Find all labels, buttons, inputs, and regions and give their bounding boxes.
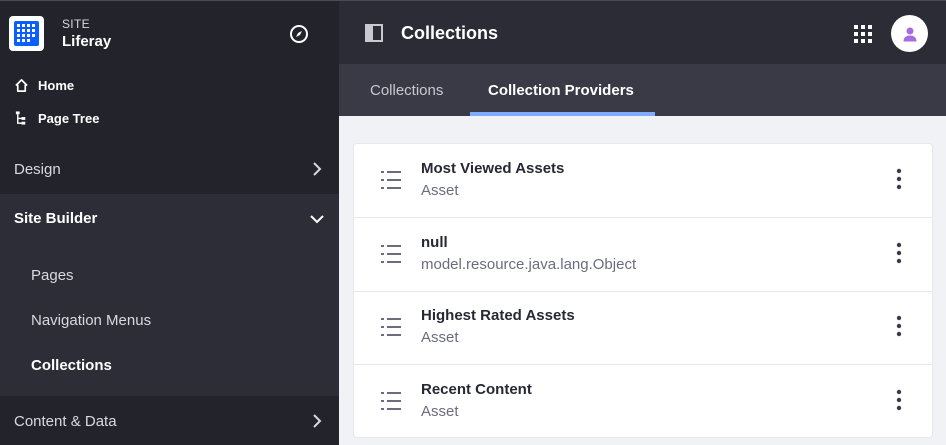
ellipsis-v-icon[interactable] [890, 168, 908, 190]
nav-page-tree-label: Page Tree [38, 110, 100, 126]
panel-toggle-icon[interactable] [365, 24, 383, 42]
home-icon [15, 79, 28, 92]
site-builder-submenu: Pages Navigation Menus Collections [0, 243, 339, 396]
chevron-right-icon [313, 162, 322, 176]
list-icon [381, 245, 401, 263]
collection-providers-list: Most Viewed Assets Asset null model.reso… [353, 143, 933, 438]
page-tree-icon [15, 111, 26, 125]
provider-title: Most Viewed Assets [421, 160, 565, 177]
provider-title: Recent Content [421, 381, 532, 398]
nav-home-label: Home [38, 78, 75, 93]
ellipsis-v-icon[interactable] [890, 389, 908, 411]
nav-section-content-data-label: Content & Data [14, 412, 117, 430]
list-icon [381, 171, 401, 189]
page-title: Collections [401, 23, 499, 43]
list-item[interactable]: Most Viewed Assets Asset [354, 144, 932, 218]
provider-type: Asset [421, 403, 459, 420]
chevron-down-icon [310, 214, 324, 223]
site-name: Liferay [62, 33, 112, 50]
nav-home[interactable]: Home [14, 78, 74, 93]
nav-item-navigation-menus[interactable]: Navigation Menus [31, 312, 151, 329]
user-icon [903, 27, 916, 41]
nav-section-design[interactable]: Design [0, 144, 339, 194]
compass-icon[interactable] [289, 24, 309, 44]
nav-section-site-builder-label: Site Builder [14, 210, 98, 227]
tab-collection-providers[interactable]: Collection Providers [488, 64, 634, 116]
nav-item-collections[interactable]: Collections [31, 357, 112, 374]
nav-page-tree[interactable]: Page Tree [14, 110, 99, 126]
apps-grid-icon[interactable] [854, 25, 872, 43]
active-tab-indicator [470, 112, 655, 116]
tab-collections[interactable]: Collections [370, 64, 443, 116]
nav-section-design-label: Design [14, 160, 61, 178]
site-label: SITE [62, 17, 90, 31]
product-menu-sidebar: SITE Liferay Home Page Tree Design Site … [0, 0, 339, 445]
provider-type: Asset [421, 329, 459, 346]
control-menu-header: Collections [339, 0, 946, 64]
chevron-right-icon [313, 414, 322, 428]
site-header: SITE Liferay [0, 0, 339, 64]
list-icon [381, 392, 401, 410]
tab-bar: Collections Collection Providers [339, 64, 946, 116]
provider-type: model.resource.java.lang.Object [421, 256, 637, 273]
provider-title: Highest Rated Assets [421, 307, 575, 324]
nav-item-pages[interactable]: Pages [31, 267, 74, 284]
nav-section-site-builder[interactable]: Site Builder [0, 194, 339, 243]
site-logo[interactable] [9, 16, 44, 51]
provider-title: null [421, 234, 448, 251]
list-item[interactable]: Recent Content Asset [354, 365, 932, 439]
provider-type: Asset [421, 182, 459, 199]
site-logo-icon [17, 24, 35, 42]
ellipsis-v-icon[interactable] [890, 242, 908, 264]
ellipsis-v-icon[interactable] [890, 315, 908, 337]
nav-section-content-data[interactable]: Content & Data [0, 397, 339, 445]
user-avatar[interactable] [891, 15, 928, 52]
list-item[interactable]: Highest Rated Assets Asset [354, 291, 932, 365]
list-item[interactable]: null model.resource.java.lang.Object [354, 218, 932, 292]
list-icon [381, 318, 401, 336]
